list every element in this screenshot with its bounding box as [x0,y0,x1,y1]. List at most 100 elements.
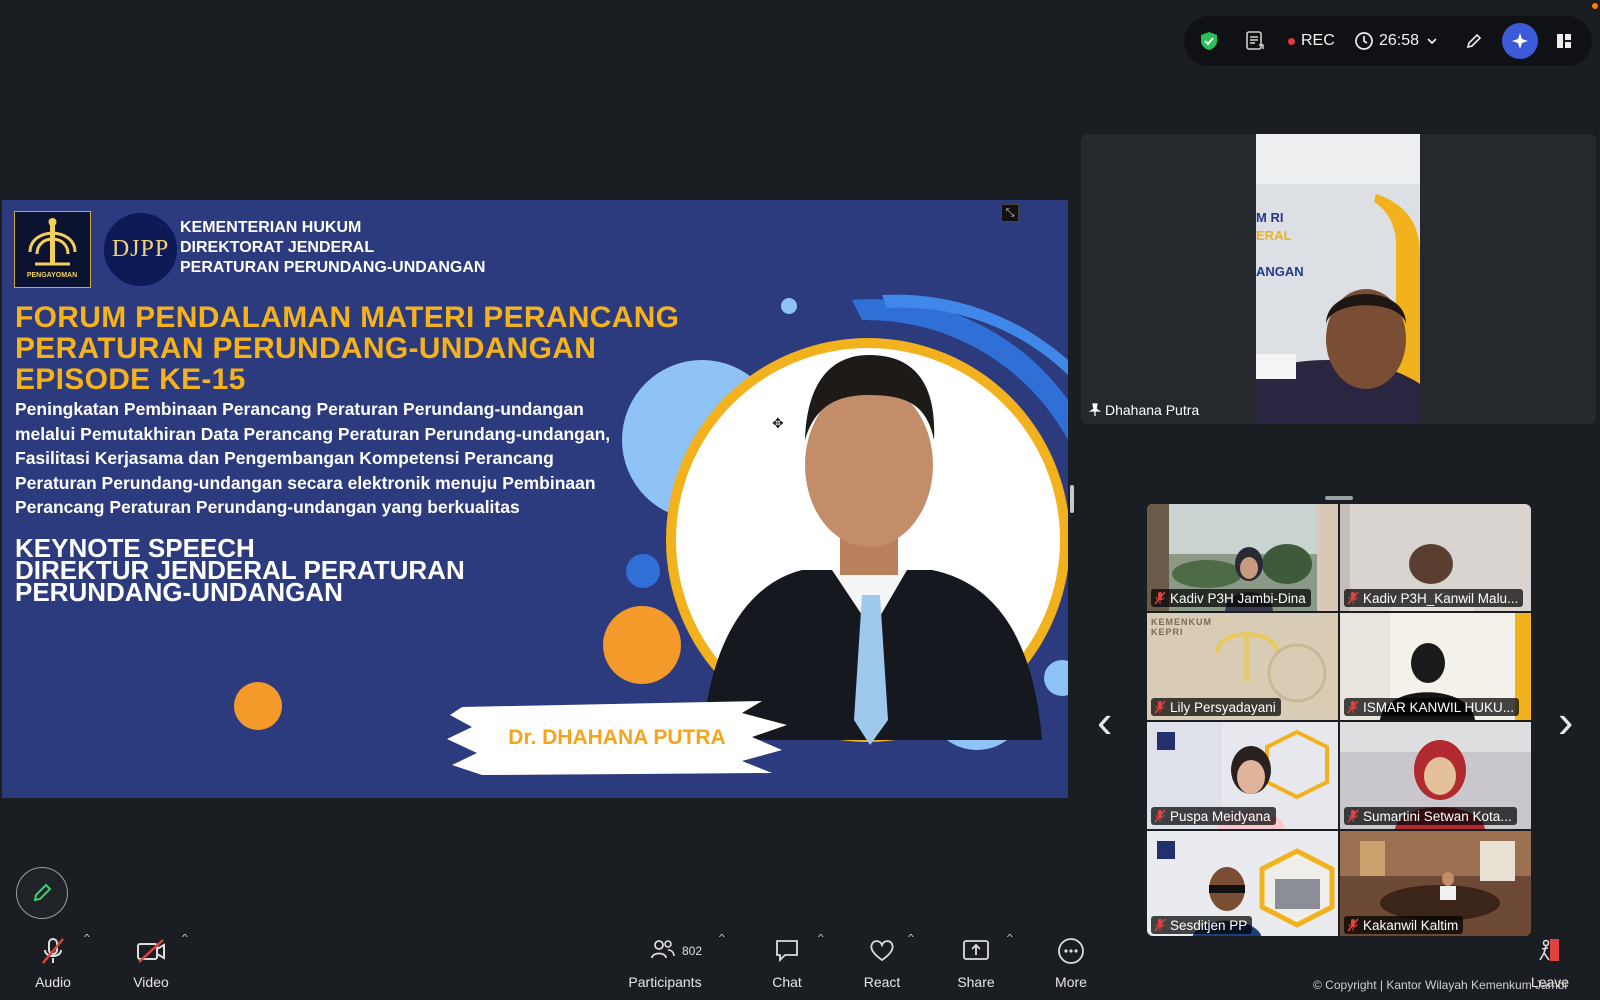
subtitle-line: melalui Pemutakhiran Data Perancang Pera… [15,423,611,444]
panel-resize-handle[interactable] [1070,485,1074,513]
video-off-icon [137,939,165,963]
participant-tile[interactable]: ISMAR KANWIL HUKU... [1340,613,1531,720]
participant-name: Kadiv P3H Jambi-Dina [1170,590,1306,606]
speaker-name-tag: Dhahana Putra [1089,402,1199,418]
speaker-name-banner: Dr. DHAHANA PUTRA [442,695,792,780]
subtitle-line: Peraturan Perundang-undangan secara elek… [15,472,596,493]
participants-button[interactable]: 802 Participants [625,930,705,1000]
heart-icon [870,940,894,962]
meeting-timer[interactable]: 26:58 [1354,16,1439,66]
participant-name: ISMAR KANWIL HUKU... [1363,699,1515,715]
djpp-logo-text: DJPP [111,236,170,262]
react-label: React [863,974,901,990]
pencil-icon[interactable] [1464,16,1484,66]
more-label: More [1055,974,1087,990]
participant-tile[interactable]: Sumartini Setwan Kota... [1340,722,1531,829]
chevron-down-icon [1427,38,1437,45]
more-icon [1058,938,1084,964]
copyright-watermark: © Copyright | Kantor Wilayah Kemenkum Ja… [1313,978,1568,992]
video-label: Video [133,974,169,990]
forum-subtitle: Peningkatan Pembinaan Perancang Peratura… [15,397,655,520]
tile-backdrop-text: KEMENKUM KEPRI [1151,617,1212,637]
pencil-icon [33,883,52,902]
clock-icon [1355,32,1373,50]
participant-name: Kadiv P3H_Kanwil Malu... [1363,590,1519,606]
participant-tile[interactable]: Kakanwil Kaltim [1340,831,1531,936]
speaker-video-feed: M RI ERAL ANGAN [1256,134,1420,424]
gallery-drag-handle[interactable] [1325,496,1353,500]
muted-mic-icon [1154,809,1166,823]
share-options-caret[interactable]: ^ [1007,932,1013,942]
meeting-status-bar: REC 26:58 [1184,16,1592,66]
muted-mic-icon [1154,591,1166,605]
logo-caption: PENGAYOMAN [26,272,78,279]
panel-layout-icon[interactable] [1554,16,1574,66]
participant-name: Lily Persyadayani [1170,699,1276,715]
audio-button[interactable]: Audio [13,930,93,1000]
security-shield-icon[interactable] [1198,16,1220,66]
participant-name-tag: Puspa Meidyana [1151,807,1276,825]
audio-options-caret[interactable]: ^ [84,932,90,942]
muted-mic-icon [42,938,64,964]
annotate-button[interactable] [16,867,68,919]
institution-name: KEMENTERIAN HUKUM DIREKTORAT JENDERAL PE… [180,218,485,278]
share-button[interactable]: Share [936,930,1016,1000]
ai-companion-button[interactable] [1502,16,1538,66]
institution-line: KEMENTERIAN HUKUM [180,219,362,236]
subtitle-line: Fasilitasi Kerjasama dan Pengembangan Ko… [15,448,554,468]
mouse-cursor-icon: ✥ [772,415,784,431]
active-speaker-video[interactable]: M RI ERAL ANGAN Dhahana Putra [1081,134,1596,424]
more-button[interactable]: More [1031,930,1111,1000]
muted-mic-icon [1347,809,1359,823]
djpp-logo: DJPP [102,211,179,288]
chat-icon [776,940,798,963]
subtitle-line: Perancang Peraturan Perundang-undangan y… [15,497,520,517]
timer-label: 26:58 [1379,32,1420,49]
participants-count: 802 [682,944,703,958]
share-screen-icon [963,940,989,960]
institution-line: DIREKTORAT JENDERAL [180,239,375,256]
chat-button[interactable]: Chat [747,930,827,1000]
participant-tile[interactable]: KEMENKUM KEPRI Lily Persyadayani [1147,613,1338,720]
video-button[interactable]: Video [111,930,191,1000]
backdrop-text: M RI [1256,210,1284,225]
keynote-heading: KEYNOTE SPEECH DIREKTUR JENDERAL PERATUR… [15,535,515,605]
recording-indicator[interactable]: REC [1288,16,1335,66]
video-options-caret[interactable]: ^ [182,932,188,942]
gallery-prev-arrow[interactable]: ‹ [1097,694,1112,748]
forum-title-line: PERATURAN PERUNDANG-UNDANGAN [15,332,597,365]
muted-mic-icon [1154,700,1166,714]
transcript-icon[interactable] [1244,16,1266,66]
exit-fullscreen-icon[interactable]: ⤡ [1001,204,1019,222]
share-label: Share [957,974,995,990]
pin-icon [1089,403,1101,416]
participants-icon [651,940,675,959]
participant-tile[interactable]: Puspa Meidyana [1147,722,1338,829]
speaker-name-label: Dr. DHAHANA PUTRA [508,725,726,749]
participant-name: Sumartini Setwan Kota... [1363,808,1512,824]
participant-name-tag: ISMAR KANWIL HUKU... [1344,698,1520,716]
participants-options-caret[interactable]: ^ [719,932,725,942]
muted-mic-icon [1347,700,1359,714]
ai-sparkle-icon [1512,33,1528,49]
speaker-name: Dhahana Putra [1105,402,1200,418]
participant-name: Puspa Meidyana [1170,808,1271,824]
participant-name-tag: Lily Persyadayani [1151,698,1281,716]
audio-label: Audio [35,974,71,990]
participant-name-tag: Kadiv P3H_Kanwil Malu... [1344,589,1524,607]
react-options-caret[interactable]: ^ [908,932,914,942]
backdrop-text: ERAL [1256,228,1292,243]
subtitle-line: Peningkatan Pembinaan Perancang Peratura… [15,399,584,419]
institution-line: PERATURAN PERUNDANG-UNDANGAN [180,259,486,276]
participant-gallery: Kadiv P3H Jambi-Dina Kadiv P3H_Kanwil Ma… [1147,504,1531,936]
rec-label: REC [1301,32,1335,49]
participant-tile[interactable]: Kadiv P3H_Kanwil Malu... [1340,504,1531,611]
participant-tile[interactable]: Kadiv P3H Jambi-Dina [1147,504,1338,611]
chat-options-caret[interactable]: ^ [818,932,824,942]
participant-name-tag: Sumartini Setwan Kota... [1344,807,1517,825]
participant-tile[interactable]: Sesditjen PP [1147,831,1338,936]
gallery-next-arrow[interactable]: › [1558,694,1573,748]
forum-title: FORUM PENDALAMAN MATERI PERANCANG PERATU… [15,302,715,395]
backdrop-text: ANGAN [1256,264,1304,279]
notification-dot [1592,3,1598,9]
